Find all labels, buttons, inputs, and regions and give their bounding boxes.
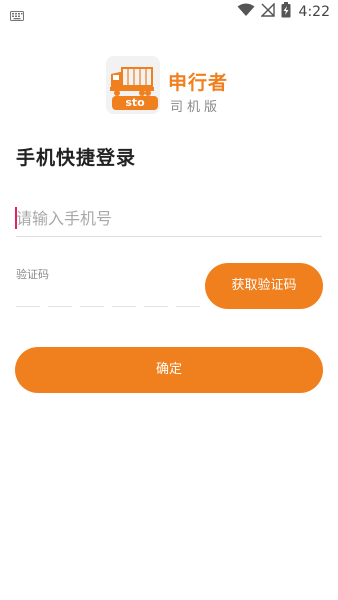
keyboard-icon: [10, 6, 24, 21]
page-title: 手机快捷登录: [16, 147, 137, 169]
code-slot[interactable]: [48, 306, 72, 307]
get-code-button[interactable]: 获取验证码: [205, 263, 323, 309]
code-slot[interactable]: [176, 306, 200, 307]
status-icons: 4:22: [237, 2, 330, 22]
status-time: 4:22: [298, 4, 330, 20]
phone-input[interactable]: [16, 200, 322, 237]
code-slot[interactable]: [112, 306, 136, 307]
login-screen: 4:22 sto 申行者 司机版 手机快捷登录 请输入手机号 验证码 获取验证码…: [0, 0, 338, 600]
code-label: 验证码: [16, 268, 49, 281]
brand-name: 申行者: [168, 72, 229, 94]
text-cursor: [15, 207, 17, 229]
app-logo: sto 申行者 司机版: [106, 56, 232, 116]
code-slot[interactable]: [144, 306, 168, 307]
code-slot[interactable]: [16, 306, 40, 307]
brand-subtitle: 司机版: [170, 100, 222, 115]
logo-badge: sto: [112, 96, 158, 110]
status-bar: 4:22: [0, 0, 338, 24]
code-slot[interactable]: [80, 306, 104, 307]
truck-logo-icon: sto: [106, 56, 160, 114]
battery-charging-icon: [281, 2, 291, 22]
wifi-icon: [237, 3, 255, 21]
code-input[interactable]: [16, 306, 202, 308]
confirm-button[interactable]: 确定: [15, 347, 323, 393]
no-signal-icon: [259, 2, 275, 21]
